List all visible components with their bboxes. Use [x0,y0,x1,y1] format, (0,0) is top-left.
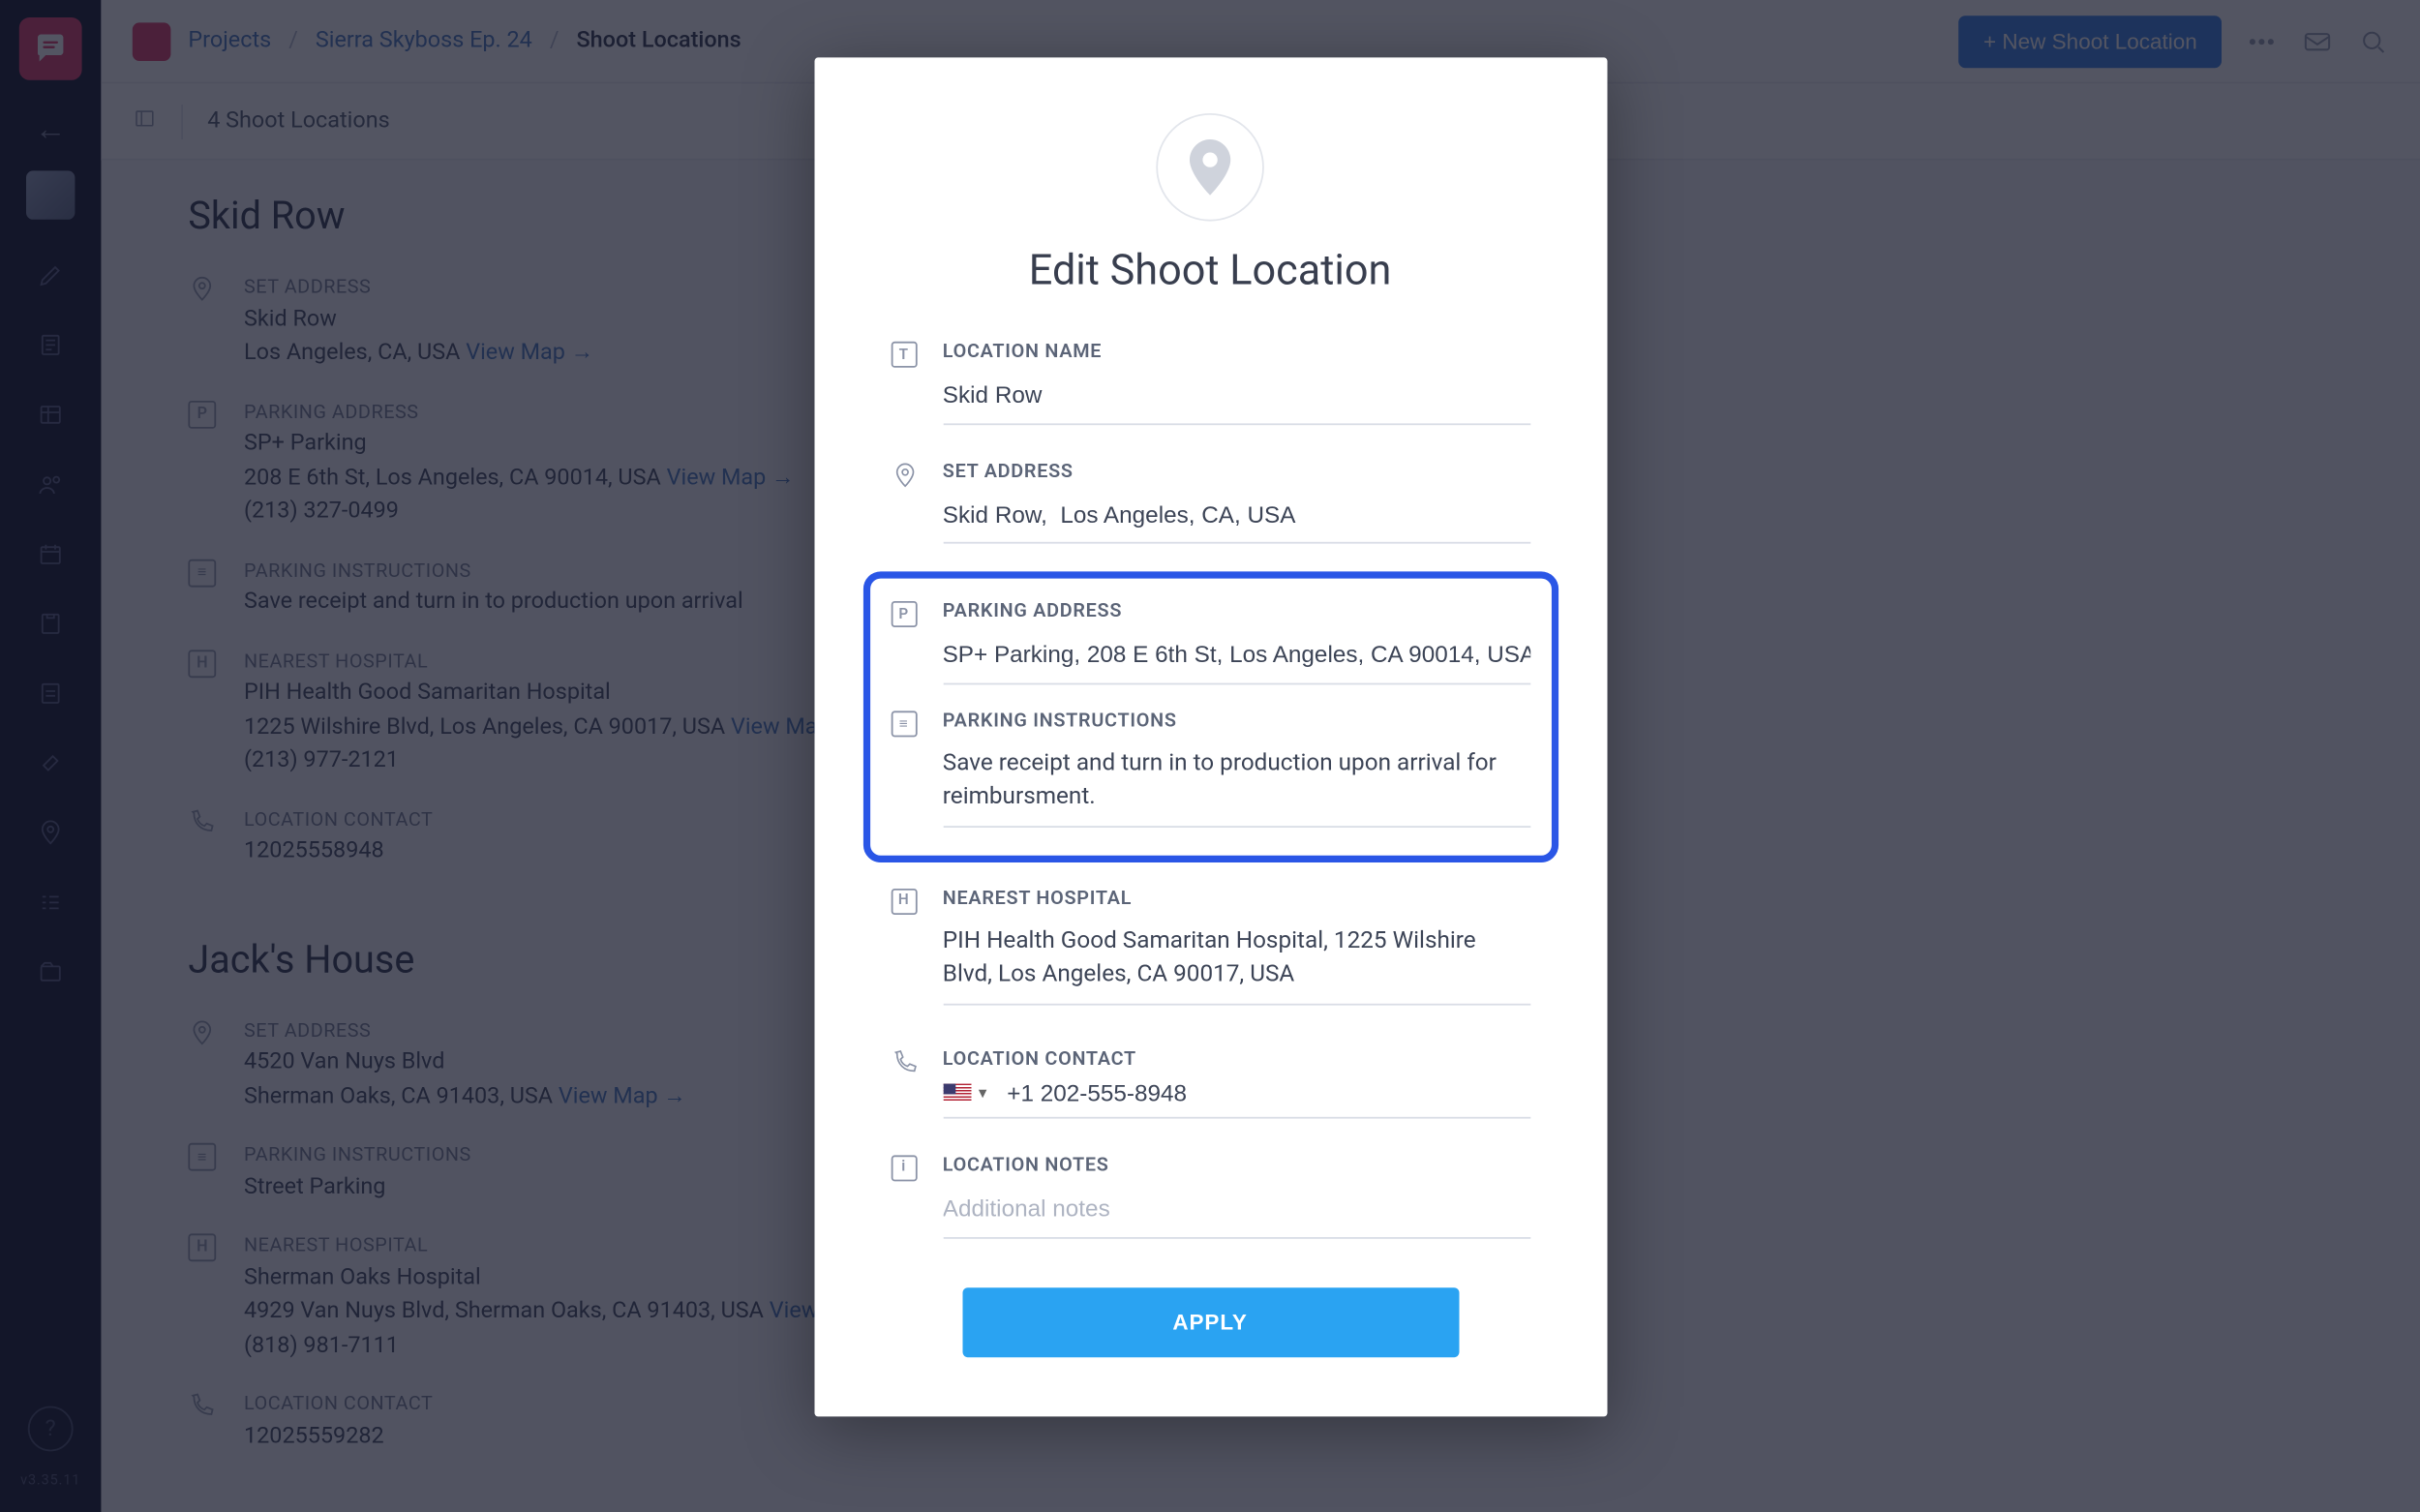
info-icon: i [891,1155,919,1181]
chevron-down-icon: ▼ [976,1085,989,1101]
edit-location-modal: Edit Shoot Location T LOCATION NAME SET … [814,57,1607,1415]
modal-pin-icon [1156,113,1264,222]
parking-icon: P [891,601,919,627]
field-label: SET ADDRESS [943,459,1530,481]
set-address-input[interactable] [943,493,1530,544]
hospital-input[interactable] [943,920,1530,1005]
field-label: PARKING ADDRESS [943,599,1530,621]
modal-title: Edit Shoot Location [891,246,1530,294]
instructions-icon: ≡ [891,711,919,737]
hospital-icon: H [891,889,919,915]
field-label: LOCATION CONTACT [943,1047,1530,1070]
location-name-input[interactable] [943,373,1530,424]
field-label: LOCATION NOTES [943,1153,1530,1175]
pin-icon [891,461,919,496]
parking-instructions-input[interactable] [943,741,1530,827]
highlighted-section: P PARKING ADDRESS ≡ PARKING INSTRUCTIONS [862,572,1558,862]
notes-input[interactable] [943,1187,1530,1238]
field-label: NEAREST HOSPITAL [943,887,1530,909]
text-icon: T [891,342,919,368]
contact-phone-input[interactable] [1007,1080,1529,1106]
field-label: PARKING INSTRUCTIONS [943,709,1530,731]
us-flag-icon [943,1083,971,1103]
field-label: LOCATION NAME [943,340,1530,362]
country-flag-select[interactable]: ▼ [943,1083,989,1103]
apply-button[interactable]: APPLY [962,1286,1459,1356]
parking-address-input[interactable] [943,633,1530,684]
phone-icon [891,1048,919,1083]
